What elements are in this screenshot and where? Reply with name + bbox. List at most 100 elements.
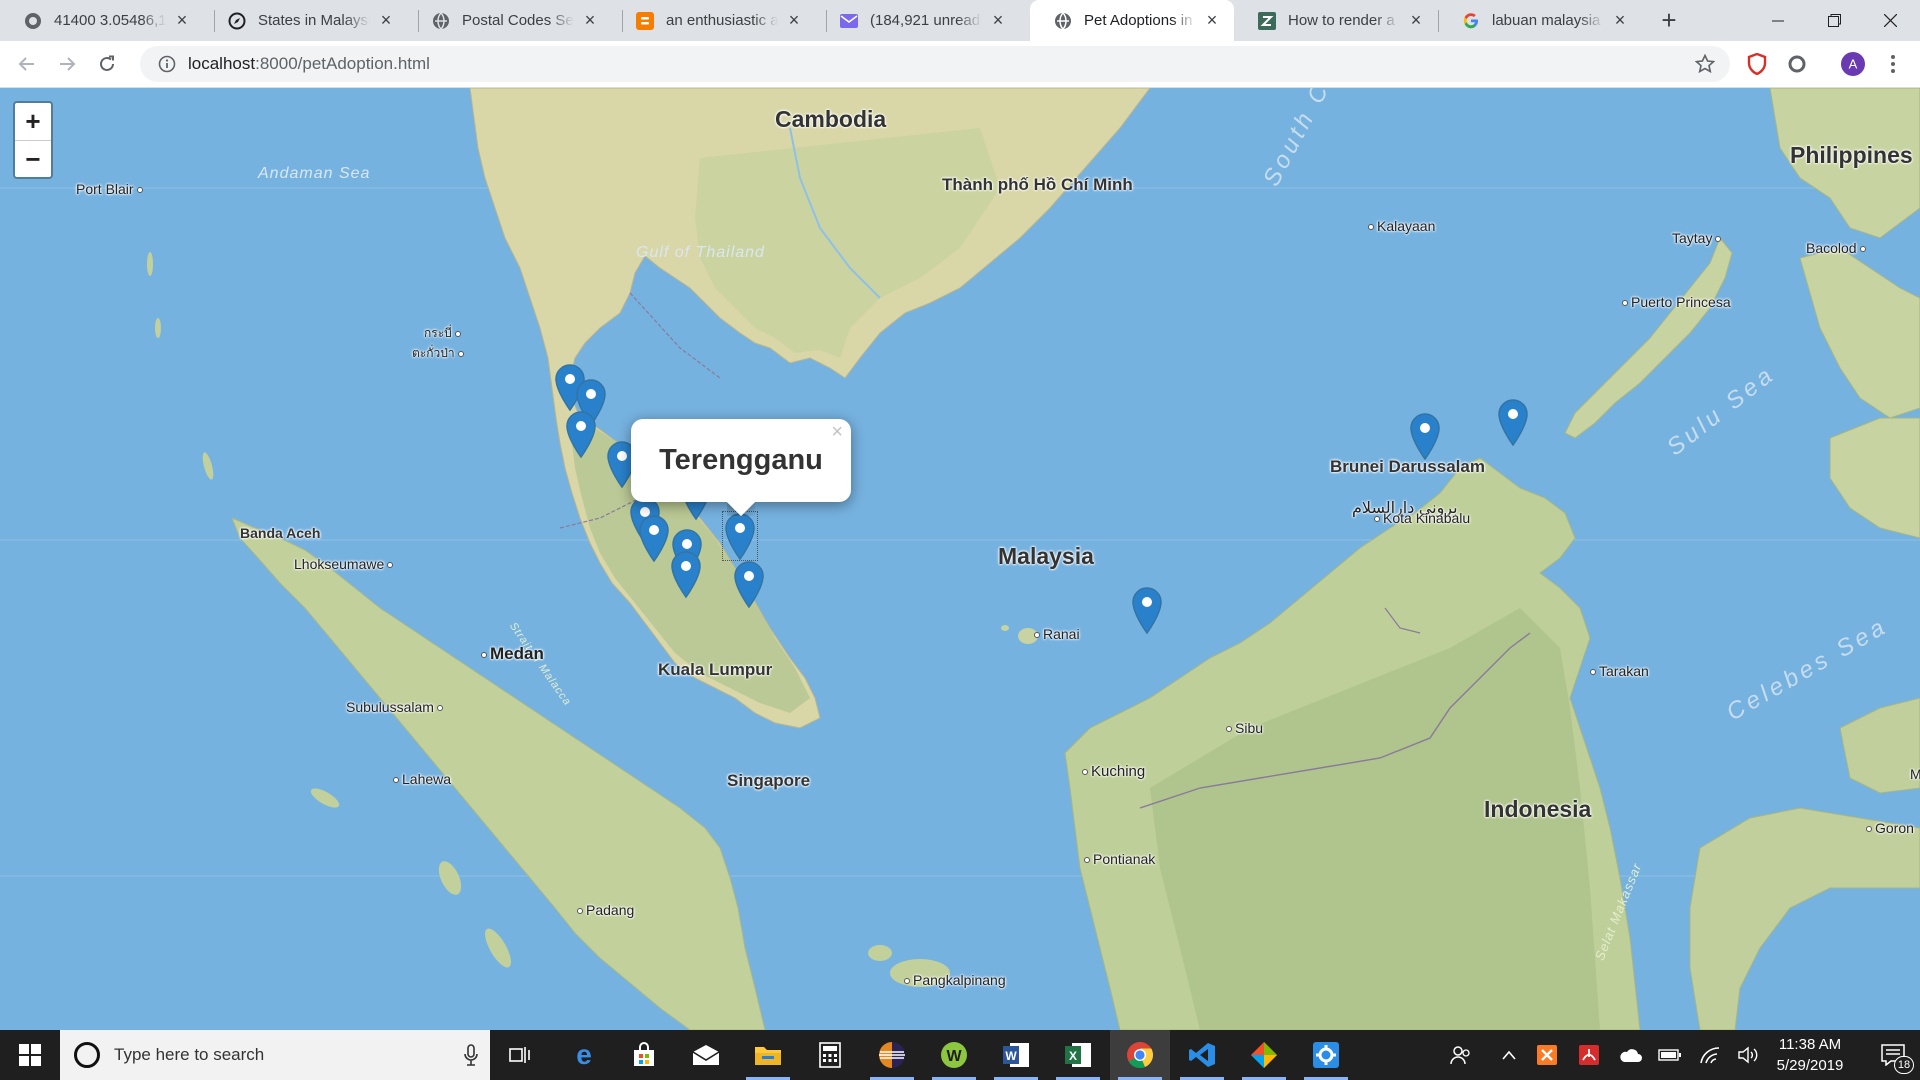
tab-1[interactable]: 41400 3.05486,101. × [0, 0, 204, 41]
popup-title: Terengganu [659, 444, 823, 476]
close-icon[interactable]: × [172, 10, 192, 31]
start-button[interactable] [0, 1030, 60, 1080]
tab-title: labuan malaysia map [1492, 12, 1604, 29]
close-icon[interactable]: × [376, 10, 396, 31]
label-kota-kinabalu: Kota Kinabalu [1374, 510, 1470, 526]
popup-close-button[interactable]: × [831, 421, 843, 444]
label-kuching: Kuching [1082, 763, 1145, 780]
label-gulf-of-thailand: Gulf of Thailand [636, 244, 765, 261]
label-singapore: Singapore [727, 771, 811, 790]
tab-2[interactable]: States in Malaysia × [204, 0, 408, 41]
taskbar-vscode[interactable] [1172, 1030, 1232, 1080]
task-view-button[interactable] [490, 1030, 550, 1080]
taskbar-eclipse[interactable] [862, 1030, 922, 1080]
cortana-icon [74, 1042, 100, 1068]
edge-icon: e [576, 1042, 592, 1068]
tab-pet-adoptions[interactable]: Pet Adoptions in Malaysia × [1030, 0, 1234, 41]
label-subulussalam: Subulussalam [346, 699, 443, 715]
wifi-icon[interactable] [1696, 1030, 1724, 1080]
label-takuapa: ตะกั่วป่า [412, 344, 464, 363]
label-banda-aceh: Banda Aceh [240, 525, 321, 541]
new-tab-button[interactable]: + [1656, 7, 1682, 34]
map-view[interactable]: Cambodia Malaysia Indonesia Philippines … [0, 88, 1920, 1030]
tab-7[interactable]: How to render a file × [1234, 0, 1438, 41]
action-center-button[interactable]: 18 [1866, 1030, 1920, 1080]
tab-title: 41400 3.05486,101. [54, 12, 166, 29]
xampp-tray-icon[interactable] [1534, 1030, 1560, 1080]
address-bar[interactable]: localhost:8000/petAdoption.html [140, 46, 1730, 82]
taskbar-wamp[interactable]: W [924, 1030, 984, 1080]
zoom-control: + − [13, 101, 53, 179]
taskbar-mail[interactable] [676, 1030, 736, 1080]
zoom-out-button[interactable]: − [15, 140, 51, 177]
blogger-icon [636, 11, 654, 30]
notification-count-badge: 18 [1894, 1056, 1914, 1074]
microphone-icon[interactable] [464, 1044, 478, 1071]
volume-icon[interactable] [1736, 1030, 1762, 1080]
tab-8[interactable]: labuan malaysia map × [1438, 0, 1642, 41]
label-andaman-sea: Andaman Sea [258, 165, 371, 182]
label-indonesia: Indonesia [1484, 796, 1592, 822]
map-marker[interactable] [564, 410, 598, 458]
zoom-in-button[interactable]: + [15, 103, 51, 140]
tab-4[interactable]: an enthusiastic audience × [612, 0, 816, 41]
reload-button[interactable] [92, 49, 122, 79]
close-window-button[interactable] [1862, 0, 1918, 41]
info-icon[interactable] [158, 55, 176, 73]
map-marker[interactable] [1130, 586, 1164, 634]
close-icon[interactable]: × [1406, 10, 1426, 31]
gear-tool-icon [1313, 1042, 1339, 1068]
menu-kebab-icon[interactable] [1880, 51, 1906, 77]
close-icon[interactable]: × [988, 10, 1008, 31]
tab-3[interactable]: Postal Codes Search × [408, 0, 612, 41]
map-marker[interactable] [732, 560, 766, 608]
bookmark-star-icon[interactable] [1692, 51, 1718, 77]
label-ranai: Ranai [1034, 626, 1080, 642]
taskbar-word[interactable]: W [986, 1030, 1046, 1080]
battery-icon[interactable] [1656, 1030, 1684, 1080]
close-icon[interactable]: × [580, 10, 600, 31]
taskbar-gitkraken[interactable] [1234, 1030, 1294, 1080]
taskbar-edge[interactable]: e [554, 1030, 614, 1080]
close-icon[interactable]: × [1610, 10, 1630, 31]
back-button[interactable] [12, 49, 42, 79]
back-arrow-icon [18, 57, 34, 71]
taskbar-search-box[interactable]: Type here to search [60, 1030, 490, 1080]
onedrive-cloud-icon[interactable] [1616, 1030, 1644, 1080]
label-malaysia: Malaysia [998, 543, 1094, 569]
taskbar-calculator[interactable] [800, 1030, 860, 1080]
map-marker[interactable] [669, 550, 703, 598]
close-icon[interactable]: × [784, 10, 804, 31]
vscode-icon [1189, 1043, 1215, 1067]
forward-arrow-icon [60, 57, 76, 71]
acrobat-tray-icon[interactable] [1576, 1030, 1602, 1080]
restore-button[interactable] [1806, 0, 1862, 41]
taskbar-chrome[interactable] [1110, 1030, 1170, 1080]
map-marker[interactable] [1496, 398, 1530, 446]
taskbar-file-explorer[interactable] [738, 1030, 798, 1080]
taskbar-excel[interactable]: X [1048, 1030, 1108, 1080]
forward-button[interactable] [52, 49, 82, 79]
taskbar-settings-tool[interactable] [1296, 1030, 1356, 1080]
windows-taskbar: Type here to search e W W X 11:38 AM 5/2… [0, 1030, 1920, 1080]
extension-circle-icon[interactable] [1784, 51, 1810, 77]
close-icon[interactable]: × [1202, 10, 1222, 31]
url-host: localhost [188, 54, 256, 73]
profile-avatar[interactable]: A [1840, 51, 1866, 77]
label-krabi: กระบี่ [424, 324, 461, 343]
tab-title: States in Malaysia [258, 12, 370, 29]
chevron-up-icon[interactable] [1496, 1030, 1522, 1080]
label-taytay: Taytay [1672, 230, 1721, 246]
map-marker[interactable] [637, 514, 671, 562]
shield-extension-icon[interactable] [1744, 51, 1770, 77]
tab-5[interactable]: (184,921 unread) - × [816, 0, 1020, 41]
mail-icon [840, 12, 858, 30]
mail-envelope-icon [692, 1045, 720, 1065]
people-icon[interactable] [1446, 1030, 1476, 1080]
map-marker[interactable] [1408, 412, 1442, 460]
label-kalayaan: Kalayaan [1368, 218, 1435, 234]
system-clock[interactable]: 11:38 AM 5/29/2019 [1760, 1034, 1860, 1076]
minimize-button[interactable] [1750, 0, 1806, 41]
taskbar-store[interactable] [614, 1030, 674, 1080]
map-marker-terengganu[interactable] [722, 511, 758, 561]
